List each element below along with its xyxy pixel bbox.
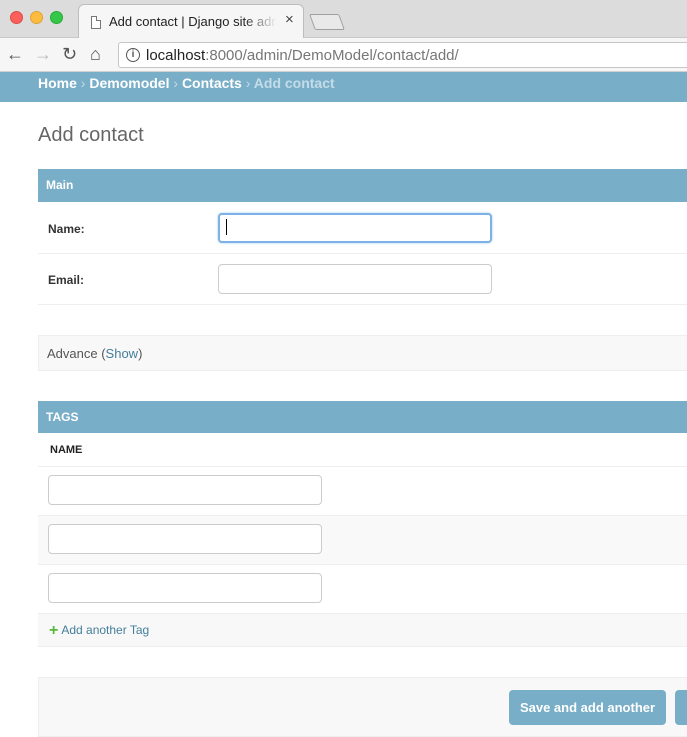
tag-row (38, 467, 687, 516)
zoom-window-button[interactable] (50, 11, 63, 24)
advance-title: Advance (47, 346, 98, 361)
breadcrumb-app[interactable]: Demomodel (89, 75, 169, 91)
save-and-add-another-button[interactable]: Save and add another (509, 690, 666, 725)
column-header-name: NAME (38, 433, 687, 467)
breadcrumb-separator: › (245, 75, 251, 91)
forward-icon[interactable]: → (34, 43, 52, 65)
fieldset-main-header: Main (38, 169, 687, 202)
browser-tab-bar: Add contact | Django site admin × (0, 0, 687, 39)
tag-name-input[interactable] (48, 573, 322, 603)
tab-close-icon[interactable]: × (285, 12, 294, 28)
advance-show-link[interactable]: Show (106, 346, 139, 361)
new-tab-button[interactable] (309, 14, 345, 30)
fieldset-advance: Advance (Show) (38, 335, 687, 371)
address-bar[interactable]: i localhost:8000/admin/DemoModel/contact… (118, 42, 687, 68)
breadcrumb-home[interactable]: Home (38, 75, 77, 91)
url-host: localhost (146, 47, 206, 64)
tab-title: Add contact | Django site admin (109, 14, 277, 29)
tag-row (38, 565, 687, 614)
url-path: :8000/admin/DemoModel/contact/add/ (205, 47, 459, 64)
url-text: localhost:8000/admin/DemoModel/contact/a… (146, 47, 459, 64)
breadcrumb-separator: › (173, 75, 179, 91)
home-icon[interactable]: ⌂ (90, 43, 101, 65)
back-icon[interactable]: ← (6, 43, 24, 65)
minimize-window-button[interactable] (30, 11, 43, 24)
form-row-name: Name: (38, 203, 687, 254)
form-row-email: Email: (38, 254, 687, 305)
breadcrumb-current: Add contact (253, 75, 335, 91)
submit-row: Save and add another (38, 677, 687, 737)
page-title: Add contact (38, 124, 144, 146)
tag-row (38, 516, 687, 565)
breadcrumb-model[interactable]: Contacts (182, 75, 242, 91)
add-another-tag-link[interactable]: Add another Tag (61, 623, 149, 637)
save-and-continue-button[interactable] (675, 690, 687, 725)
page-icon (91, 16, 101, 29)
reload-icon[interactable]: ↻ (62, 43, 77, 65)
breadcrumb-separator: › (80, 75, 86, 91)
name-label: Name: (48, 222, 85, 236)
browser-tab[interactable]: Add contact | Django site admin × (78, 4, 304, 39)
email-input[interactable] (218, 264, 492, 294)
email-label: Email: (48, 273, 85, 287)
info-icon[interactable]: i (126, 48, 140, 62)
breadcrumb: Home › Demomodel › Contacts › Add contac… (0, 72, 687, 102)
plus-icon[interactable]: + (49, 622, 58, 639)
close-window-button[interactable] (10, 11, 23, 24)
inline-tags-header: TAGS (38, 401, 687, 433)
tag-name-input[interactable] (48, 475, 322, 505)
tag-name-input[interactable] (48, 524, 322, 554)
name-input[interactable] (218, 213, 492, 243)
add-tag-row: + Add another Tag (38, 614, 687, 647)
browser-toolbar: ← → ↻ ⌂ i localhost:8000/admin/DemoModel… (0, 38, 687, 72)
text-caret (226, 219, 227, 235)
